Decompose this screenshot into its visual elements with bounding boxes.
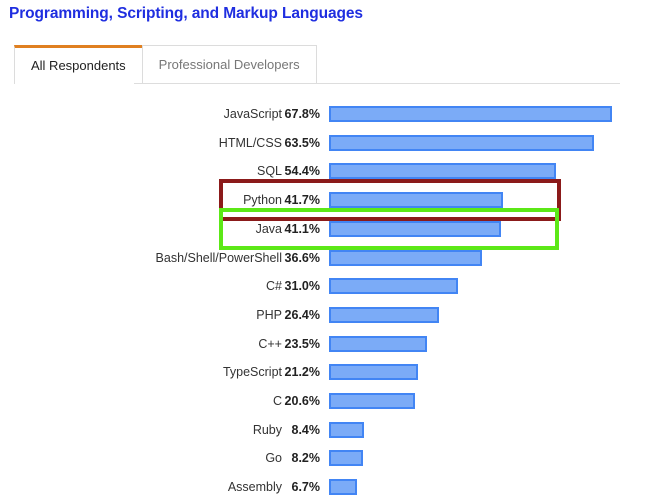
bar-category-label: C	[272, 394, 282, 408]
bar-category-label: Go	[265, 451, 282, 466]
chart-row: JavaScript 67.8%	[0, 101, 666, 130]
bar-category-label: HTML/CSS	[218, 135, 282, 150]
bar	[329, 134, 595, 151]
bar-value-label: 20.6%	[284, 394, 320, 408]
bar-category-label: Ruby	[252, 422, 282, 437]
bar-value-label: 31.0%	[284, 279, 320, 294]
bar-category-label: TypeScript	[222, 365, 282, 380]
bar	[329, 278, 459, 295]
chart-row: SQL 54.4%	[0, 158, 666, 187]
bar	[329, 335, 428, 352]
bar	[329, 479, 357, 496]
tab-label: All Respondents	[31, 58, 126, 73]
bar	[329, 450, 364, 467]
tab-professional-developers[interactable]: Professional Developers	[141, 45, 317, 83]
bar-chart: JavaScript 67.8% HTML/CSS 63.5% SQL 54.4% Pyth…	[0, 92, 666, 503]
chart-row: Assembly 6.7%	[0, 474, 666, 503]
bar-category-label: PHP	[256, 307, 282, 322]
tab-all-respondents[interactable]: All Respondents	[14, 45, 143, 83]
chart-row: C 20.6%	[0, 388, 666, 417]
bar-category-label: C#	[266, 279, 282, 294]
bar	[329, 393, 415, 409]
tab-bar: All Respondents Professional Developers	[14, 45, 317, 83]
bar-value-label: 67.8%	[284, 107, 320, 121]
bar-value-label: 26.4%	[284, 307, 320, 322]
bar	[329, 421, 365, 438]
chart-row: HTML/CSS 63.5%	[0, 130, 666, 159]
chart-row: PHP 26.4%	[0, 302, 666, 331]
bar-value-label: 8.4%	[291, 422, 321, 437]
bar-category-label: Bash/Shell/PowerShell	[155, 250, 282, 265]
bar-category-label: Java	[255, 221, 282, 236]
bar-value-label: 6.7%	[291, 480, 321, 495]
bar-category-label: Python	[243, 193, 282, 208]
bar-value-label: 41.1%	[284, 221, 320, 236]
bar-value-label: 36.6%	[284, 250, 320, 265]
bar-value-label: 54.4%	[284, 164, 320, 179]
chart-row: Python 41.7%	[0, 187, 666, 216]
chart-row: C# 31.0%	[0, 273, 666, 302]
bar-category-label: SQL	[256, 164, 282, 179]
bar	[329, 306, 440, 323]
active-tab-notch	[15, 83, 134, 84]
chart-row: Go 8.2%	[0, 445, 666, 474]
tab-label: Professional Developers	[158, 57, 300, 72]
bar-value-label: 63.5%	[284, 135, 320, 150]
bar-category-label: Assembly	[227, 480, 282, 495]
bar	[329, 220, 501, 237]
bar-value-label: 21.2%	[284, 365, 320, 380]
bar	[329, 364, 418, 381]
bar	[329, 163, 557, 180]
chart-row: Ruby 8.4%	[0, 417, 666, 446]
bar-category-label: C++	[258, 336, 282, 351]
bar	[329, 106, 613, 122]
bar-category-label: JavaScript	[223, 107, 282, 121]
chart-row: TypeScript 21.2%	[0, 359, 666, 388]
bar-value-label: 8.2%	[291, 451, 321, 466]
bar	[329, 192, 504, 209]
bar-value-label: 23.5%	[284, 336, 320, 351]
bar-value-label: 41.7%	[284, 193, 320, 208]
page-title: Programming, Scripting, and Markup Langu…	[9, 5, 363, 22]
chart-row: C++ 23.5%	[0, 331, 666, 360]
chart-row: Java 41.1%	[0, 216, 666, 245]
bar	[329, 249, 482, 266]
chart-row: Bash/Shell/PowerShell 36.6%	[0, 245, 666, 274]
